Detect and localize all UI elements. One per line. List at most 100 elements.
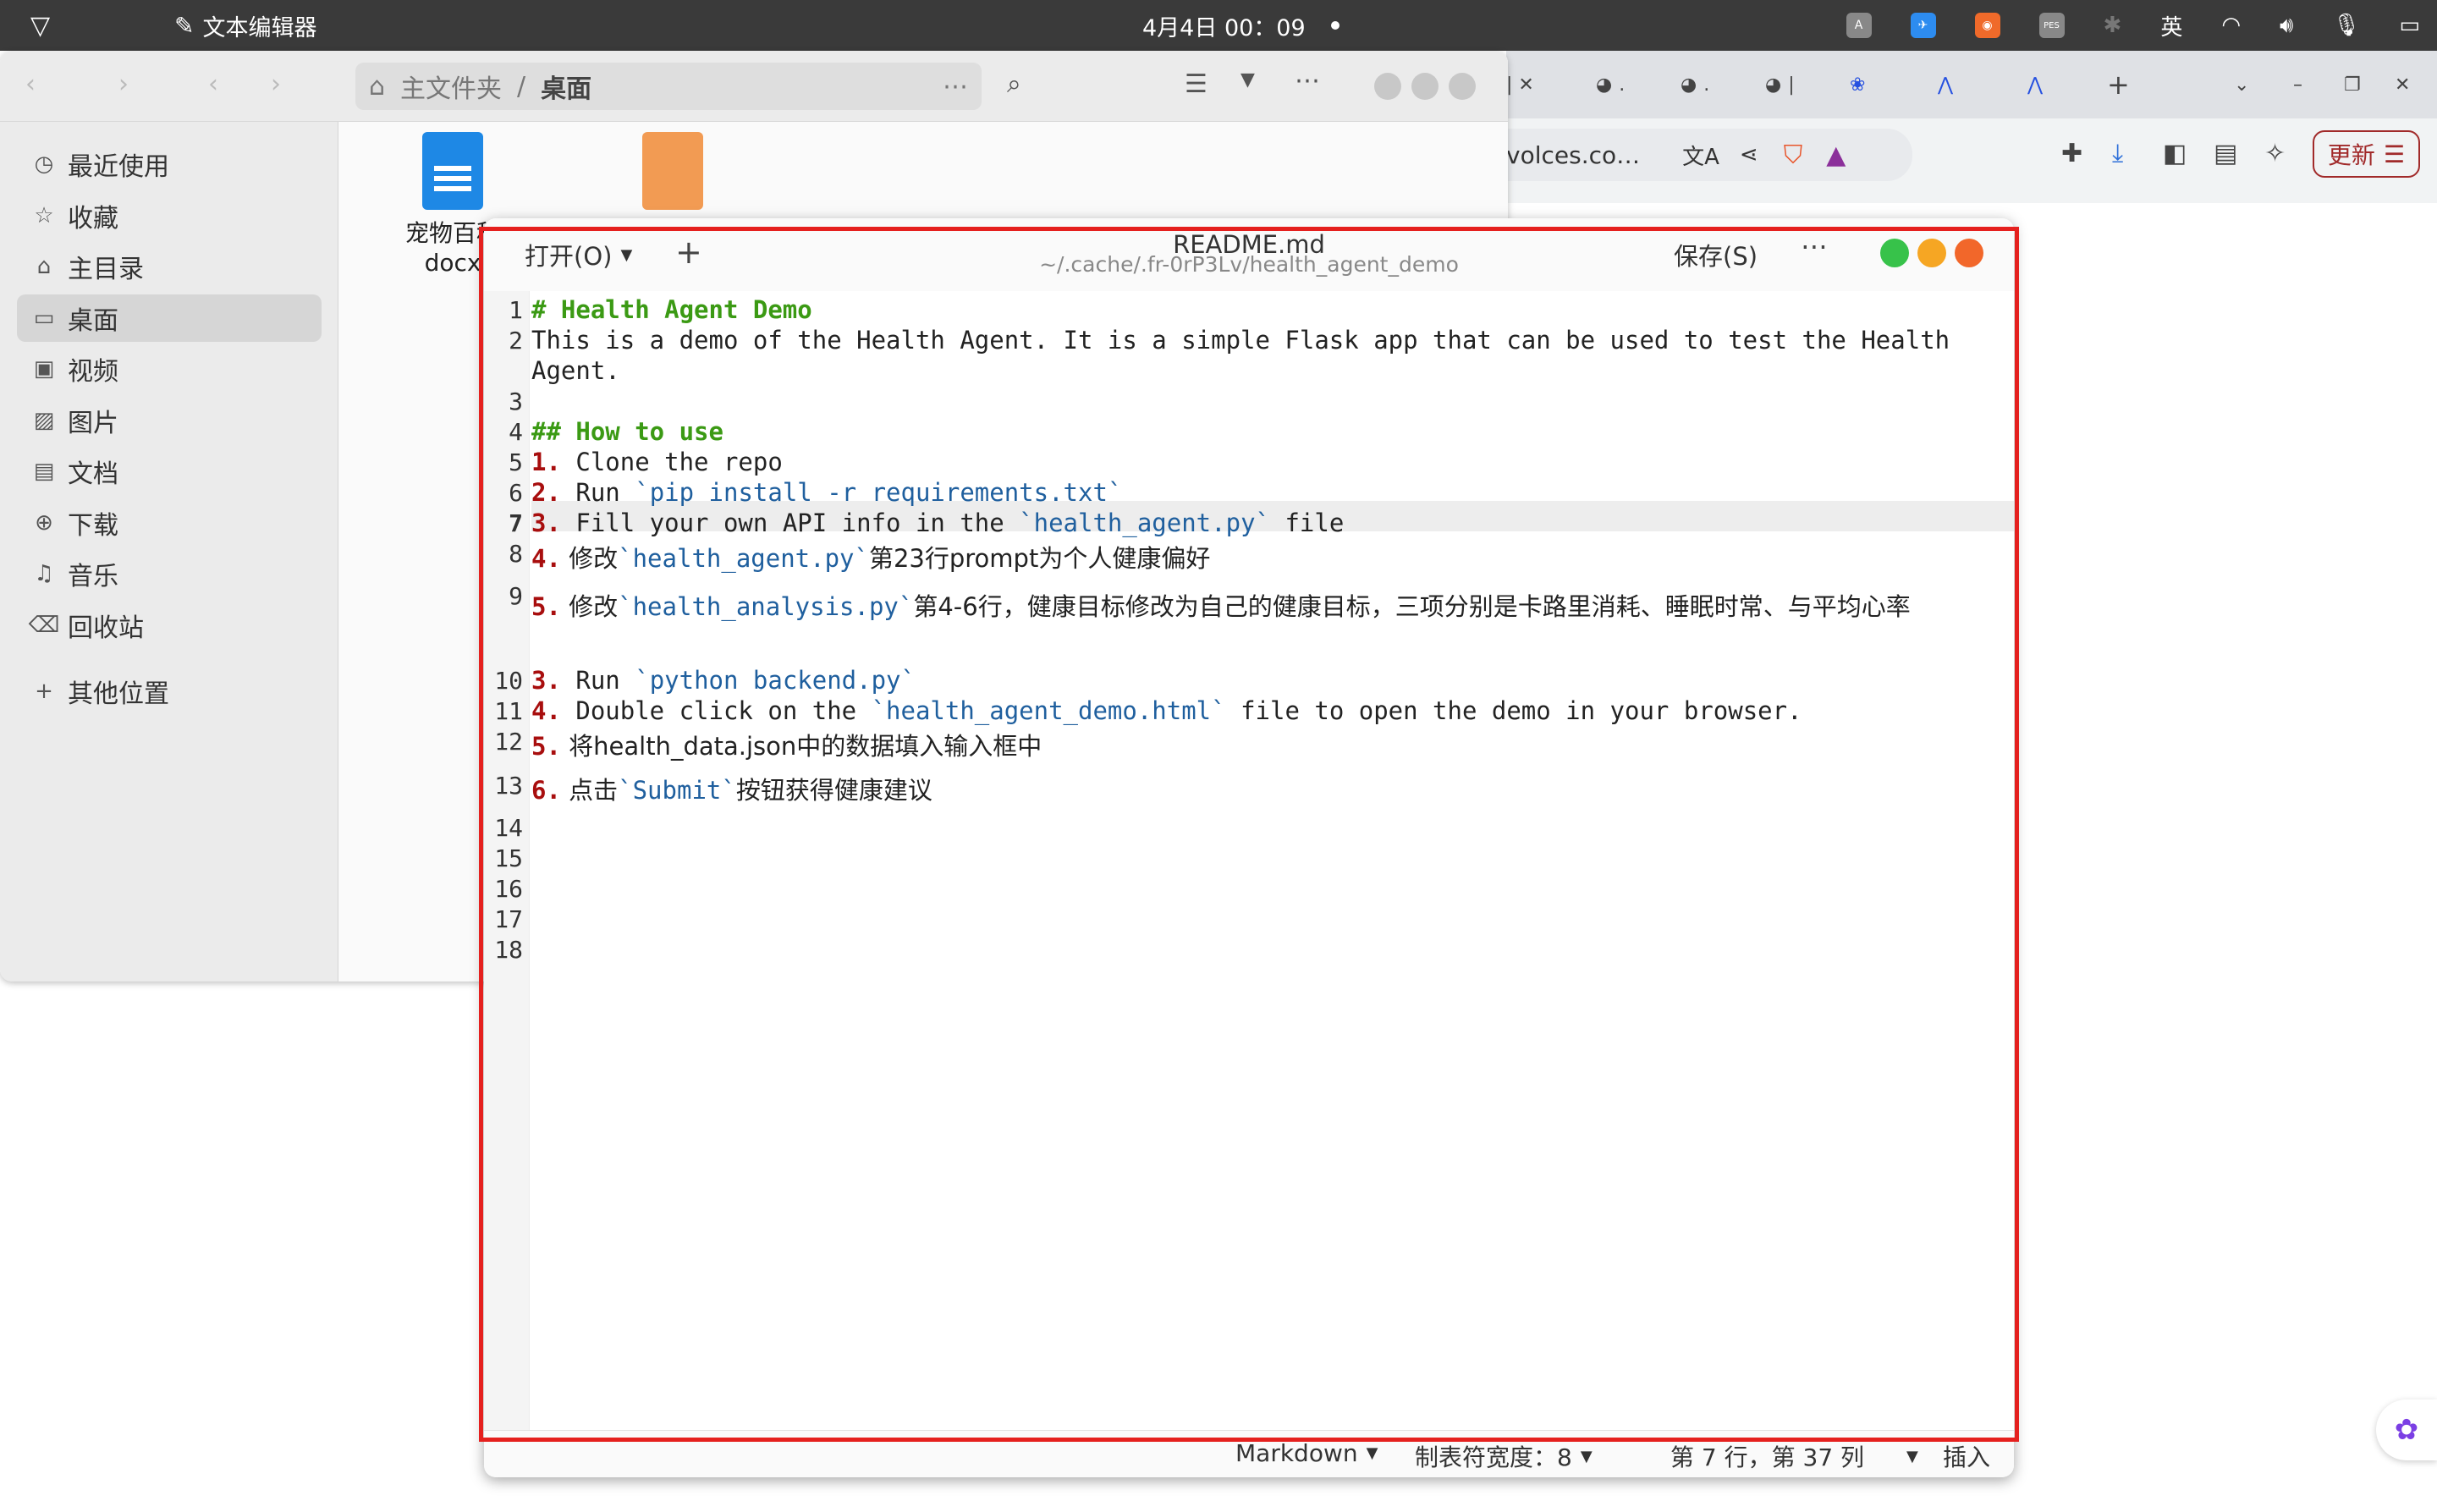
record-tray-icon[interactable]: ◉: [1974, 13, 2000, 38]
window-maximize-icon[interactable]: ❐: [2344, 66, 2361, 103]
downloads-icon[interactable]: ⤓: [2112, 139, 2123, 168]
active-app-indicator[interactable]: ✎ 文本编辑器: [174, 0, 316, 51]
browser-tab-baidu[interactable]: ❀: [1850, 66, 1865, 103]
document-icon: ▤: [33, 459, 55, 484]
sidebar-item-home[interactable]: ⌂ 主目录: [17, 243, 322, 290]
input-method-label[interactable]: 英: [2160, 10, 2182, 41]
path-current[interactable]: 桌面: [541, 68, 591, 105]
share-icon[interactable]: ⋖: [1740, 142, 1758, 168]
list-text: Run: [560, 666, 635, 695]
microphone-icon[interactable]: 🎙︎: [2332, 13, 2360, 38]
cursor-position-selector[interactable]: 第 7 行，第 37 列 ▼: [1670, 1439, 1918, 1473]
editor-text-area[interactable]: 1 2 3 4 5 6 7 8 9 10 11 12 13 14 15 16 1…: [484, 291, 2014, 1430]
forward-icon[interactable]: ›: [118, 69, 129, 99]
code-line-2: This is a demo of the Health Agent. It i…: [531, 325, 2004, 386]
sidebar-item-image[interactable]: ▨ 图片: [17, 397, 322, 444]
open-button[interactable]: 打开(O) ▼: [525, 235, 632, 274]
tab-close-icon[interactable]: | ✕: [1506, 66, 1534, 103]
sidebar-item-document[interactable]: ▤ 文档: [17, 448, 322, 495]
star-icon: ☆: [34, 202, 54, 228]
history-back-icon[interactable]: ‹: [208, 69, 218, 99]
leo-ai-icon[interactable]: ✧: [2264, 139, 2286, 168]
bluetooth-icon[interactable]: ✱: [2104, 13, 2122, 38]
path-menu-icon[interactable]: ⋯: [943, 72, 968, 102]
code-line-9: 5. 修改`health_analysis.py`第4-6行，健康目标修改为自己…: [531, 586, 2004, 628]
tab-list-chevron-icon[interactable]: ⌄: [2234, 66, 2249, 103]
cursor-position-label: 第 7 行，第 37 列: [1670, 1443, 1865, 1471]
window-minimize-icon[interactable]: –: [2293, 66, 2302, 103]
browser-tab-globe-3[interactable]: ◕ |: [1765, 66, 1795, 103]
line-number: 8: [509, 540, 523, 568]
new-document-icon[interactable]: +: [675, 234, 702, 271]
brave-rewards-icon[interactable]: ▲: [1826, 140, 1846, 170]
code-line-8: 4. 修改`health_agent.py`第23行prompt为个人健康偏好: [531, 543, 2004, 574]
download-icon: ⊕: [35, 509, 53, 536]
history-forward-icon[interactable]: ›: [271, 69, 281, 99]
pes-tray-icon[interactable]: PES: [2038, 13, 2065, 38]
list-text: 修改: [560, 544, 619, 573]
back-icon[interactable]: ‹: [25, 69, 36, 99]
browser-tab-a1[interactable]: ⋀: [1938, 66, 1953, 103]
sidebar-item-label: 主目录: [68, 255, 144, 284]
paragraph-text: This is a demo of the Health Agent. It i…: [531, 326, 1950, 385]
clock-icon: ◷: [34, 151, 54, 177]
files-maximize-button[interactable]: [1411, 73, 1439, 100]
tab-width-label: 制表符宽度：8: [1415, 1443, 1572, 1471]
new-tab-icon[interactable]: +: [2107, 66, 2130, 103]
browser-tab-a2[interactable]: ⋀: [2027, 66, 2043, 103]
heading-text: # Health Agent Demo: [531, 295, 812, 324]
path-root[interactable]: 主文件夹: [400, 68, 502, 105]
volume-icon[interactable]: 🔊︎: [2280, 13, 2293, 39]
extensions-icon[interactable]: ✚: [2061, 139, 2082, 168]
translate-icon[interactable]: 文A: [1682, 140, 1719, 171]
clock[interactable]: 4月4日 00：09: [1142, 0, 1340, 51]
editor-close-button[interactable]: [1955, 239, 1983, 267]
sidebar-item-download[interactable]: ⊕ 下载: [17, 499, 322, 547]
line-number: 2: [509, 327, 523, 355]
sidebar-item-desktop[interactable]: ▭ 桌面: [17, 294, 322, 342]
editor-minimize-button[interactable]: [1917, 239, 1946, 267]
window-close-icon[interactable]: ✕: [2395, 66, 2410, 103]
browser-tab-globe-1[interactable]: ◕.: [1596, 66, 1625, 103]
files-close-button[interactable]: [1449, 73, 1476, 100]
sidebar-item-label: 音乐: [68, 562, 118, 591]
sidebar-item-star[interactable]: ☆ 收藏: [17, 192, 322, 239]
globe-icon: ◕: [1765, 74, 1782, 96]
path-bar[interactable]: ⌂ 主文件夹 / 桌面 ⋯: [355, 63, 982, 110]
update-button[interactable]: 更新 ☰: [2312, 130, 2420, 178]
insert-mode-indicator[interactable]: 插入: [1943, 1439, 1990, 1473]
tab-width-selector[interactable]: 制表符宽度：8 ▼: [1415, 1439, 1593, 1473]
wifi-icon[interactable]: ◠: [2221, 13, 2241, 38]
sidebar-item-trash[interactable]: ⌫ 回收站: [17, 602, 322, 649]
sidebar-item-other-locations[interactable]: + 其他位置: [17, 668, 322, 715]
browser-tab-globe-2[interactable]: ◕.: [1681, 66, 1709, 103]
files-minimize-button[interactable]: [1374, 73, 1401, 100]
sidebar-item-clock[interactable]: ◷ 最近使用: [17, 140, 322, 188]
sidebar-item-music[interactable]: ♫ 音乐: [17, 550, 322, 597]
list-number: 2.: [531, 478, 561, 507]
list-view-icon[interactable]: ☰: [1185, 69, 1207, 99]
code-line-10: 3. Run `python backend.py`: [531, 665, 2004, 696]
code-line-13: 6. 点击`Submit`按钮获得健康建议: [531, 775, 2004, 805]
list-text: 将health_data.json中的数据填入输入框中: [560, 732, 1042, 761]
view-options-chevron-icon[interactable]: ▼: [1241, 69, 1255, 91]
desktop-file-archive[interactable]: [618, 132, 728, 215]
brave-shield-icon[interactable]: ⛉: [1784, 140, 1803, 170]
sidebar-item-video[interactable]: ▣ 视频: [17, 345, 322, 393]
activities-icon[interactable]: ▽: [30, 11, 50, 41]
sidebar-toggle-icon[interactable]: ◧: [2163, 139, 2187, 168]
shield-tray-icon[interactable]: A: [1846, 13, 1872, 38]
more-menu-icon[interactable]: ⋯: [1295, 66, 1320, 96]
save-button[interactable]: 保存(S): [1674, 237, 1758, 272]
battery-icon[interactable]: ▭: [2399, 13, 2420, 38]
wallet-icon[interactable]: ▤: [2214, 139, 2237, 168]
editor-menu-icon[interactable]: ⋯: [1801, 230, 1828, 262]
chat-tray-icon[interactable]: ✈: [1910, 13, 1936, 38]
address-bar[interactable]: volces.co… 文A ⋖ ⛉ ▲: [1506, 129, 1912, 181]
inline-code: `health_agent_demo.html`: [871, 696, 1226, 725]
ai-assistant-brain-icon[interactable]: ✿: [2376, 1399, 2437, 1460]
search-icon[interactable]: ⌕: [1007, 69, 1021, 99]
sidebar-item-label: 下载: [68, 510, 118, 541]
language-selector[interactable]: Markdown ▼: [1235, 1439, 1378, 1467]
editor-maximize-button[interactable]: [1880, 239, 1909, 267]
